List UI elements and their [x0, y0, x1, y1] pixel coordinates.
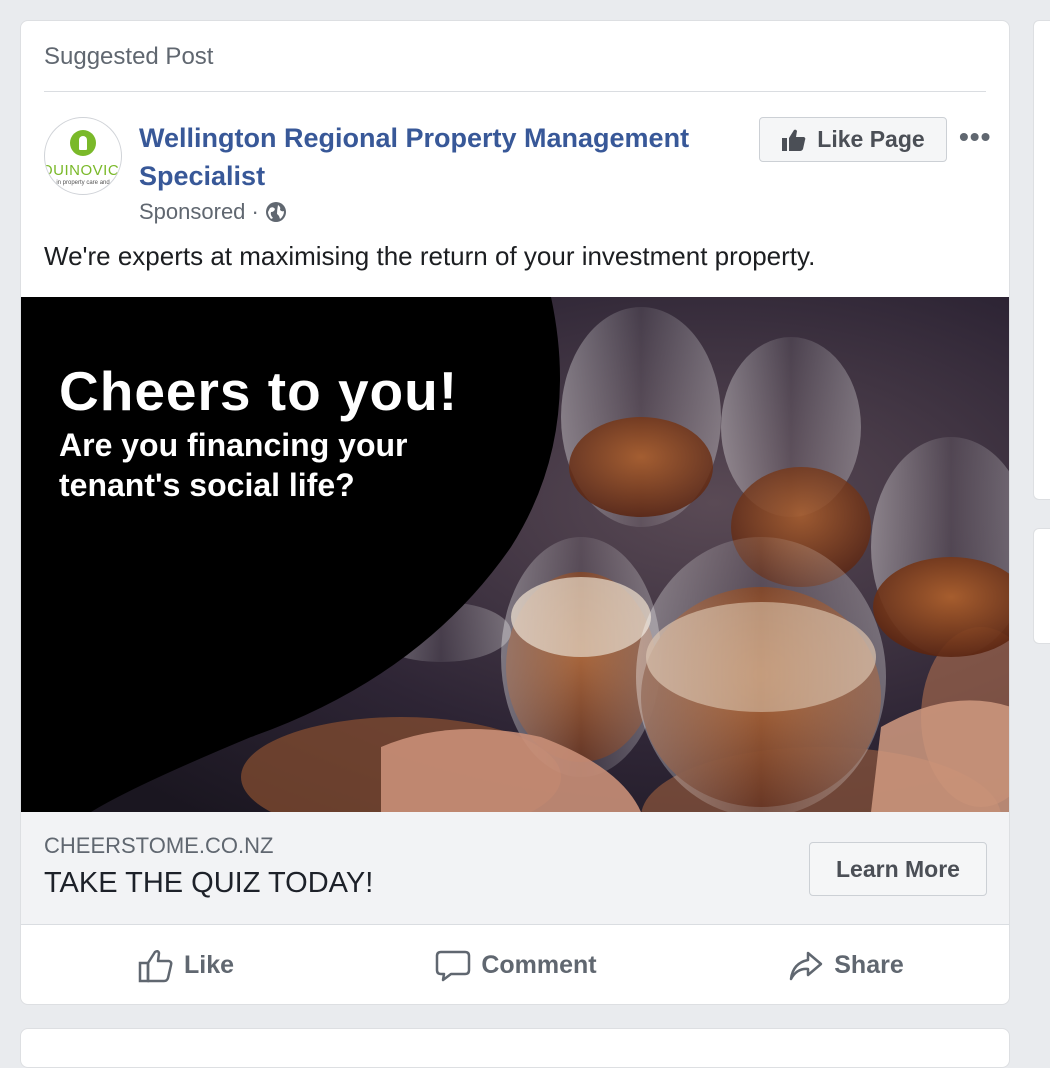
more-options-button[interactable]: •••: [959, 121, 991, 153]
globe-icon[interactable]: [265, 201, 287, 223]
speech-bubble-icon: [436, 950, 471, 981]
share-label: Share: [834, 951, 904, 979]
page-name-link[interactable]: Wellington Regional Property Management …: [139, 119, 739, 195]
share-arrow-icon: [790, 951, 823, 980]
post-meta: Sponsored ·: [139, 199, 287, 225]
like-button[interactable]: Like: [21, 925, 351, 1004]
header-divider: [44, 91, 986, 92]
post-text: We're experts at maximising the return o…: [44, 241, 816, 271]
avatar-tagline: ..in property care and...: [53, 180, 115, 186]
right-rail-card: [1033, 20, 1050, 500]
ad-headline: Cheers to you!: [59, 360, 459, 422]
like-page-label: Like Page: [817, 126, 925, 152]
page-avatar[interactable]: QUINOVIC ..in property care and...: [44, 117, 122, 195]
suggested-post-label: Suggested Post: [44, 43, 214, 70]
post-actions-bar: Like Comment Share: [21, 925, 1009, 1004]
ad-image[interactable]: Cheers to you! Are you financing your te…: [21, 297, 1009, 812]
ad-subline: Are you financing your tenant's social l…: [59, 427, 408, 503]
link-title[interactable]: TAKE THE QUIZ TODAY!: [44, 867, 373, 900]
link-preview[interactable]: CHEERSTOME.CO.NZ TAKE THE QUIZ TODAY! Le…: [21, 812, 1009, 925]
next-post-card: [20, 1028, 1010, 1068]
like-label: Like: [183, 951, 235, 979]
key-icon: [70, 130, 96, 156]
share-button[interactable]: Share: [681, 925, 1009, 1004]
link-domain: CHEERSTOME.CO.NZ: [44, 833, 274, 858]
sponsored-label[interactable]: Sponsored ·: [139, 199, 259, 225]
right-rail-card-secondary: [1033, 528, 1050, 644]
thumbs-up-icon: [138, 949, 173, 982]
thumbs-up-icon: [782, 129, 806, 151]
like-page-button[interactable]: Like Page: [759, 117, 947, 162]
sponsored-post-card: Suggested Post QUINOVIC ..in property ca…: [20, 20, 1010, 1005]
comment-label: Comment: [481, 951, 597, 979]
comment-button[interactable]: Comment: [351, 925, 681, 1004]
learn-more-button[interactable]: Learn More: [809, 842, 987, 896]
avatar-brand-text: QUINOVIC: [44, 162, 120, 179]
